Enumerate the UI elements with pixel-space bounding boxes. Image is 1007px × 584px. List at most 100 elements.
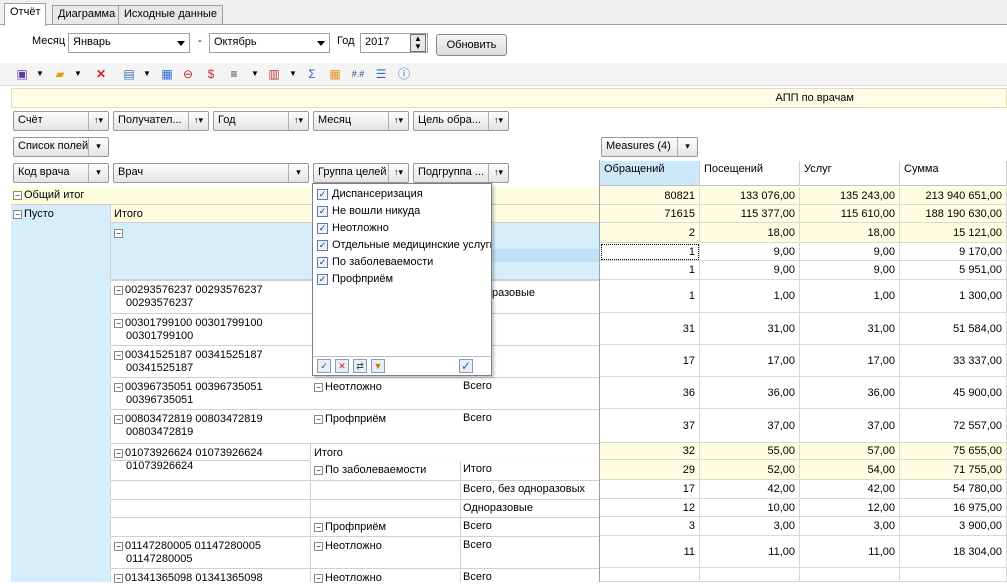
value-cell[interactable]: 31 — [600, 313, 700, 345]
value-cell[interactable]: 10,00 — [700, 499, 800, 517]
filter-icon[interactable]: ⊖ — [180, 66, 196, 82]
value-cell[interactable]: 17,00 — [700, 345, 800, 377]
value-cell[interactable]: 213 940 651,00 — [900, 187, 1007, 205]
value-cell[interactable]: 3,00 — [700, 517, 800, 536]
value-cell[interactable]: 37,00 — [700, 409, 800, 443]
value-cell[interactable]: 42,00 — [700, 480, 800, 499]
value-cell[interactable]: 16 975,00 — [900, 499, 1007, 517]
header-sum[interactable]: Сумма — [900, 161, 1007, 186]
goal-group-cell[interactable]: − Неотложно — [314, 572, 460, 584]
value-cell[interactable]: 32 — [600, 443, 700, 460]
value-cell[interactable]: 72 557,00 — [900, 409, 1007, 443]
filter-field-year[interactable]: Год ↑▾ — [213, 111, 309, 131]
field-list-button[interactable]: Список полей ▾ — [13, 137, 109, 157]
sort-icon[interactable]: ≡ — [226, 66, 242, 82]
filter-option[interactable]: ✓ Отдельные медицинские услуги — [317, 237, 491, 254]
value-cell[interactable]: 9,00 — [700, 261, 800, 280]
tab-chart[interactable]: Диаграмма — [52, 5, 122, 24]
sort-filter-icon[interactable]: ↑▾ — [488, 164, 508, 182]
collapse-icon[interactable]: − — [13, 209, 22, 219]
value-cell[interactable]: 71 755,00 — [900, 460, 1007, 480]
checkbox-checked-icon[interactable]: ✓ — [317, 205, 328, 217]
delete-icon[interactable]: ✕ — [93, 66, 109, 82]
sort-filter-icon[interactable]: ↑▾ — [388, 112, 408, 130]
value-cell[interactable]: 3 900,00 — [900, 517, 1007, 536]
value-cell[interactable]: 1 300,00 — [900, 280, 1007, 313]
chart-icon[interactable]: ▥ — [266, 66, 282, 82]
tab-report[interactable]: Отчёт — [4, 3, 47, 26]
check-all-icon[interactable]: ✓ — [317, 359, 331, 373]
value-cell[interactable]: 31,00 — [700, 313, 800, 345]
goal-group-cell[interactable]: − Неотложно — [314, 381, 460, 393]
filter-option[interactable]: ✓ Диспансеризация — [317, 186, 423, 203]
doctor-code-cell[interactable]: −00341525187 00341525187 — [114, 349, 310, 361]
value-cell[interactable]: 54 780,00 — [900, 480, 1007, 499]
sort-filter-icon[interactable]: ↑▾ — [188, 112, 208, 130]
value-cell[interactable]: 36 — [600, 377, 700, 409]
header-visits-cases[interactable]: Обращений — [600, 161, 700, 186]
collapse-icon[interactable]: − — [114, 382, 123, 392]
sort-filter-icon[interactable]: ↑▾ — [288, 112, 308, 130]
value-cell[interactable]: 188 190 630,00 — [900, 205, 1007, 223]
value-cell[interactable]: 31,00 — [800, 313, 900, 345]
value-cell[interactable]: 9 170,00 — [900, 243, 1007, 261]
tab-source-data[interactable]: Исходные данные — [118, 5, 223, 24]
collapse-icon[interactable]: − — [114, 541, 123, 551]
value-cell[interactable]: 1 — [600, 261, 700, 280]
table-icon[interactable]: ▦ — [327, 66, 343, 82]
format-icon[interactable]: #.# — [350, 66, 366, 82]
value-cell[interactable]: 133 076,00 — [700, 187, 800, 205]
doctor-code-cell[interactable]: −01341365098 01341365098 — [114, 572, 310, 584]
filter-icon[interactable]: ▼ — [371, 359, 385, 373]
filter-option[interactable]: ✓ Неотложно — [317, 220, 389, 237]
checkbox-checked-icon[interactable]: ✓ — [317, 239, 328, 251]
row-field-doctor-code[interactable]: Код врача ▾ — [13, 163, 109, 183]
value-cell[interactable]: 18,00 — [700, 223, 800, 243]
value-cell[interactable]: 1 — [600, 243, 700, 261]
checkbox-checked-icon[interactable]: ✓ — [317, 188, 328, 200]
link-icon[interactable]: $ — [203, 66, 219, 82]
value-cell[interactable]: 3,00 — [800, 517, 900, 536]
chevron-down-icon[interactable]: ▼ — [251, 66, 259, 82]
value-cell[interactable]: 2 — [600, 223, 700, 243]
collapse-icon[interactable]: − — [114, 448, 123, 458]
value-cell[interactable]: 18,00 — [800, 223, 900, 243]
value-cell[interactable]: 75 655,00 — [900, 443, 1007, 460]
checkbox-checked-icon[interactable]: ✓ — [317, 222, 328, 234]
value-cell[interactable]: 45 900,00 — [900, 377, 1007, 409]
value-cell[interactable]: 11,00 — [700, 536, 800, 568]
value-cell[interactable]: 115 377,00 — [700, 205, 800, 223]
collapse-icon[interactable]: − — [13, 190, 22, 200]
value-cell[interactable]: 52,00 — [700, 460, 800, 480]
year-spinner-icon[interactable]: ▲ ▼ — [410, 34, 426, 52]
collapse-icon[interactable]: − — [114, 228, 123, 238]
value-cell[interactable]: 42,00 — [800, 480, 900, 499]
value-cell[interactable] — [600, 568, 700, 582]
value-cell[interactable] — [800, 568, 900, 582]
sum-icon[interactable]: Σ — [304, 66, 320, 82]
collapse-icon[interactable]: − — [314, 465, 323, 475]
filter-option[interactable]: ✓ По заболеваемости — [317, 254, 433, 271]
measures-button[interactable]: Measures (4) ▾ — [601, 137, 698, 157]
value-cell[interactable]: 37 — [600, 409, 700, 443]
value-cell[interactable]: 5 951,00 — [900, 261, 1007, 280]
value-cell[interactable]: 9,00 — [700, 243, 800, 261]
chevron-down-icon[interactable]: ▾ — [677, 138, 697, 156]
value-cell[interactable]: 80821 — [600, 187, 700, 205]
collapse-icon[interactable]: − — [114, 285, 123, 295]
chevron-down-icon[interactable]: ▾ — [88, 138, 108, 156]
collapse-icon[interactable]: − — [314, 382, 323, 392]
value-cell[interactable]: 55,00 — [700, 443, 800, 460]
print-icon[interactable]: ▦ — [159, 66, 175, 82]
value-cell[interactable]: 29 — [600, 460, 700, 480]
value-cell[interactable]: 115 610,00 — [800, 205, 900, 223]
doctor-code-cell[interactable]: −00803472819 00803472819 — [114, 413, 310, 425]
row-field-doctor[interactable]: Врач ▾ — [113, 163, 309, 183]
value-cell[interactable]: 3 — [600, 517, 700, 536]
value-cell[interactable]: 37,00 — [800, 409, 900, 443]
filter-field-recipient[interactable]: Получател... ↑▾ — [113, 111, 209, 131]
collapse-icon[interactable]: − — [314, 541, 323, 551]
filter-field-account[interactable]: Счёт ↑▾ — [13, 111, 109, 131]
goal-group-cell[interactable]: Итого — [314, 447, 460, 459]
save-icon[interactable]: ▣ — [14, 66, 30, 82]
